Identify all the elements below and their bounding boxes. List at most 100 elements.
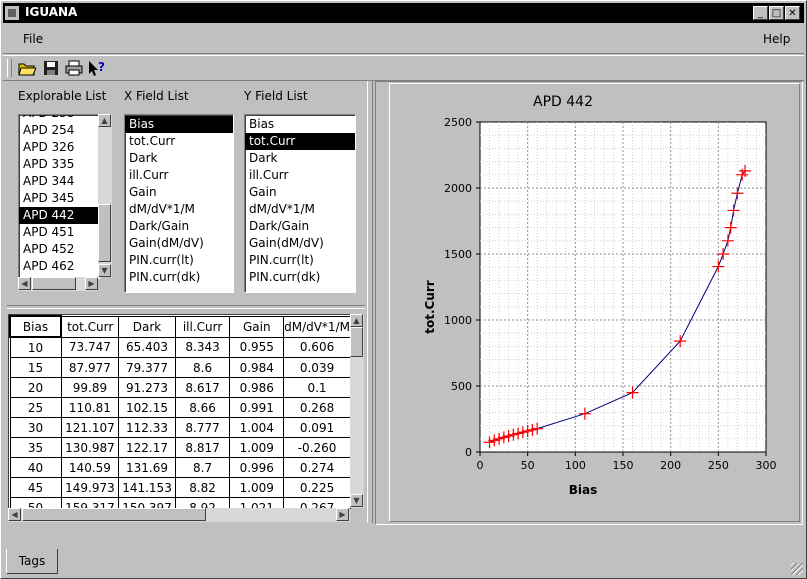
scroll-left-icon[interactable]: ◀ [18, 277, 31, 290]
scroll-thumb[interactable] [98, 204, 111, 262]
menu-file[interactable]: File [23, 32, 43, 46]
x-field-item[interactable]: Dark/Gain [125, 218, 233, 235]
table-cell[interactable]: 91.273 [118, 377, 176, 398]
table-cell[interactable]: 149.973 [60, 477, 120, 498]
scroll-thumb[interactable] [22, 508, 206, 521]
table-vscrollbar[interactable]: ▲ ▼ [350, 314, 364, 508]
vertical-splitter[interactable] [367, 81, 373, 523]
table-cell[interactable]: 45 [9, 477, 62, 498]
toolbar-grip[interactable] [7, 59, 12, 77]
table-cell[interactable]: 130.987 [60, 437, 120, 458]
explorable-item[interactable]: APD 335 [19, 156, 99, 173]
table-cell[interactable]: 131.69 [118, 457, 176, 478]
table-row[interactable]: 20 99.89 91.273 8.617 0.986 0.1 [9, 377, 351, 398]
explorable-item[interactable]: APD 451 [19, 224, 99, 241]
table-cell[interactable]: 8.66 [174, 397, 231, 418]
scroll-right-icon[interactable]: ▶ [336, 508, 349, 521]
maximize-button[interactable]: □ [769, 6, 784, 20]
print-icon[interactable] [64, 59, 84, 77]
minimize-button[interactable]: _ [753, 6, 768, 20]
explorable-item[interactable]: APD 462 [19, 258, 99, 275]
table-cell[interactable]: 0.039 [283, 357, 351, 378]
scroll-down-icon[interactable]: ▼ [350, 494, 363, 507]
table-cell[interactable]: 141.153 [118, 477, 176, 498]
table-row[interactable]: 10 73.747 65.403 8.343 0.955 0.606 [9, 336, 351, 358]
table-cell[interactable]: 73.747 [60, 336, 120, 358]
table-cell[interactable]: 8.6 [174, 357, 231, 378]
y-field-item[interactable]: PIN.curr(lt) [245, 252, 355, 269]
x-field-item[interactable]: ill.Curr [125, 167, 233, 184]
table-cell[interactable]: 1.004 [229, 417, 285, 438]
scroll-thumb[interactable] [350, 327, 363, 357]
save-icon[interactable] [41, 59, 61, 77]
x-field-list[interactable]: Bias tot.Curr Dark ill.Curr Gain dM/dV*1/M Dar… [124, 114, 234, 293]
y-field-item[interactable]: ill.Curr [245, 167, 355, 184]
table-row[interactable]: 30 121.107 112.33 8.777 1.004 0.091 [9, 417, 351, 438]
scroll-up-icon[interactable]: ▲ [350, 314, 363, 327]
table-cell[interactable]: 15 [9, 357, 62, 378]
table-row[interactable]: 45 149.973 141.153 8.82 1.009 0.225 [9, 477, 351, 498]
table-row[interactable]: 15 87.977 79.377 8.6 0.984 0.039 [9, 357, 351, 378]
table-cell[interactable]: 65.403 [118, 336, 176, 358]
explorable-item[interactable]: APD 442 [19, 207, 99, 224]
explorable-item[interactable]: APD 452 [19, 241, 99, 258]
explorable-item[interactable]: APD 345 [19, 190, 99, 207]
y-field-item[interactable]: Bias [245, 116, 355, 133]
table-cell[interactable]: 8.343 [174, 336, 231, 358]
scroll-left-icon[interactable]: ◀ [8, 508, 21, 521]
table-cell[interactable]: 1.009 [229, 437, 285, 458]
table-cell[interactable]: 20 [9, 377, 62, 398]
explorable-vscrollbar[interactable]: ▲ ▼ [98, 114, 112, 277]
table-cell[interactable]: 0.268 [283, 397, 351, 418]
app-icon[interactable] [5, 6, 19, 20]
scroll-down-icon[interactable]: ▼ [98, 264, 111, 277]
x-field-item[interactable]: PIN.curr(lt) [125, 252, 233, 269]
explorable-list[interactable]: APD 238 APD 254APD 326APD 335APD 344APD … [18, 114, 100, 279]
table-cell[interactable]: 0.091 [283, 417, 351, 438]
table-cell[interactable]: 25 [9, 397, 62, 418]
explorable-hscrollbar[interactable]: ◀ ▶ [18, 277, 98, 291]
table-cell[interactable]: 35 [9, 437, 62, 458]
table-cell[interactable]: 79.377 [118, 357, 176, 378]
table-cell[interactable]: 140.59 [60, 457, 120, 478]
table-cell[interactable]: 8.777 [174, 417, 231, 438]
table-cell[interactable]: 8.817 [174, 437, 231, 458]
scroll-up-icon[interactable]: ▲ [98, 114, 111, 127]
column-header[interactable]: tot.Curr [60, 315, 120, 338]
column-header[interactable]: Dark [118, 315, 176, 338]
table-cell[interactable]: 99.89 [60, 377, 120, 398]
resize-grip[interactable] [791, 563, 803, 575]
x-field-item[interactable]: Gain [125, 184, 233, 201]
column-header[interactable]: Gain [229, 315, 285, 338]
column-header[interactable]: ill.Curr [174, 315, 231, 338]
y-field-item[interactable]: Dark [245, 150, 355, 167]
y-field-item[interactable]: PIN.curr(dk) [245, 269, 355, 286]
y-field-list[interactable]: Bias tot.Curr Dark ill.Curr Gain dM/dV*1/M Dar… [244, 114, 356, 293]
explorable-item[interactable]: APD 344 [19, 173, 99, 190]
table-cell[interactable]: 0.991 [229, 397, 285, 418]
x-field-item[interactable]: Bias [125, 116, 233, 133]
table-cell[interactable]: 0.225 [283, 477, 351, 498]
open-folder-icon[interactable] [17, 59, 37, 77]
table-cell[interactable]: 102.15 [118, 397, 176, 418]
title-bar[interactable]: IGUANA _ □ ✕ [3, 3, 804, 23]
y-field-item[interactable]: Dark/Gain [245, 218, 355, 235]
table-hscrollbar[interactable]: ◀ ▶ [8, 508, 350, 522]
horizontal-splitter[interactable] [7, 305, 365, 309]
x-field-item[interactable]: PIN.curr(dk) [125, 269, 233, 286]
x-field-item[interactable]: Gain(dM/dV) [125, 235, 233, 252]
table-cell[interactable]: -0.260 [283, 437, 351, 458]
explorable-item[interactable]: APD 254 [19, 122, 99, 139]
table-row[interactable]: 40 140.59 131.69 8.7 0.996 0.274 [9, 457, 351, 478]
table-cell[interactable]: 0.996 [229, 457, 285, 478]
close-button[interactable]: ✕ [785, 6, 800, 20]
x-field-item[interactable]: Dark [125, 150, 233, 167]
menu-help[interactable]: Help [763, 32, 790, 46]
table-cell[interactable]: 0.1 [283, 377, 351, 398]
table-cell[interactable]: 8.82 [174, 477, 231, 498]
context-help-icon[interactable]: ? [87, 59, 107, 77]
table-cell[interactable]: 0.955 [229, 336, 285, 358]
y-field-item[interactable]: dM/dV*1/M [245, 201, 355, 218]
table-row[interactable]: 35 130.987 122.17 8.817 1.009 -0.260 [9, 437, 351, 458]
table-cell[interactable]: 0.984 [229, 357, 285, 378]
